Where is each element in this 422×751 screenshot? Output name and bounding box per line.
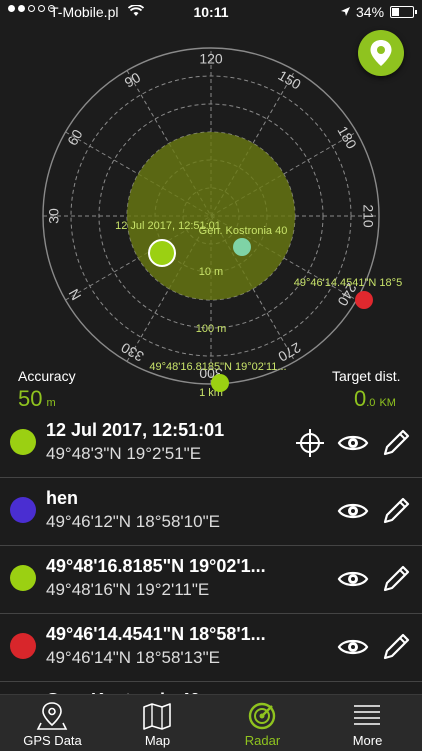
- list-item[interactable]: hen 49°46'12"N 18°58'10"E: [0, 478, 422, 546]
- battery-percent: 34%: [356, 4, 385, 20]
- accuracy-value: 50 m: [18, 386, 56, 411]
- item-title: 49°46'14.4541"N 18°58'1...: [46, 624, 266, 644]
- radar-point: [211, 374, 229, 392]
- radar-point-label: 49°46'14.4541"N 18°5: [294, 277, 402, 289]
- battery-icon: [390, 6, 417, 18]
- radar-bearing-label: N: [65, 286, 84, 303]
- status-bar: T-Mobile.pl 10:11 34%: [0, 0, 422, 24]
- color-dot: [10, 497, 36, 523]
- tab-more[interactable]: More: [315, 695, 420, 751]
- tab-map[interactable]: Map: [105, 695, 210, 751]
- radar-icon: [248, 702, 276, 730]
- radar-bearing-label: 150: [276, 67, 304, 93]
- item-title: hen: [46, 488, 79, 508]
- tab-radar[interactable]: Radar: [210, 695, 315, 751]
- item-coordinates: 49°46'14"N 18°58'13"E: [46, 648, 220, 667]
- item-coordinates: 49°46'12"N 18°58'10"E: [46, 512, 220, 531]
- tab-bar: GPS Data Map Radar More: [0, 694, 422, 751]
- radar-ring-label: 100 m: [196, 323, 227, 335]
- folded-map-icon: [143, 703, 171, 730]
- edit-pencil-icon[interactable]: [380, 495, 412, 527]
- tab-label: Radar: [244, 733, 281, 748]
- radar-point: [233, 238, 251, 256]
- radar-point-label: 49°48'16.8185"N 19°02'11...: [149, 361, 286, 373]
- eye-icon[interactable]: [337, 495, 369, 527]
- radar-bearing-label: 330: [118, 339, 146, 365]
- color-dot: [10, 565, 36, 591]
- item-coordinates: 49°48'3"N 19°2'51"E: [46, 444, 202, 463]
- radar-point-label: Gen. Kostronia 40: [199, 225, 288, 237]
- location-arrow-icon: [340, 4, 351, 20]
- item-coordinates: 49°48'16"N 19°2'11"E: [46, 580, 210, 599]
- radar-bearing-label: 120: [199, 51, 223, 67]
- color-dot: [10, 429, 36, 455]
- edit-pencil-icon[interactable]: [380, 563, 412, 595]
- radar-point: [148, 239, 176, 267]
- radar-bearing-label: 30: [46, 208, 62, 224]
- radar-view[interactable]: 120150180210240270300330N306090 10 m100 …: [0, 24, 422, 404]
- tab-label: GPS Data: [23, 733, 82, 748]
- radar-bearing-label: 180: [334, 123, 360, 151]
- edit-pencil-icon[interactable]: [380, 631, 412, 663]
- eye-icon[interactable]: [337, 427, 369, 459]
- list-item[interactable]: 49°46'14.4541"N 18°58'1... 49°46'14"N 18…: [0, 614, 422, 682]
- edit-pencil-icon[interactable]: [380, 427, 412, 459]
- add-location-button[interactable]: [358, 30, 404, 76]
- tab-label: More: [352, 733, 383, 748]
- item-title: 49°48'16.8185"N 19°02'1...: [46, 556, 266, 576]
- color-dot: [10, 633, 36, 659]
- eye-icon[interactable]: [337, 631, 369, 663]
- list-item[interactable]: 12 Jul 2017, 12:51:01 49°48'3"N 19°2'51"…: [0, 410, 422, 478]
- radar-bearing-label: 210: [360, 204, 376, 228]
- map-pin-icon: [36, 702, 68, 730]
- target-distance-value: 0.0 KM: [354, 386, 396, 411]
- accuracy-label: Accuracy: [18, 368, 76, 384]
- tab-gps-data[interactable]: GPS Data: [0, 695, 105, 751]
- crosshair-icon[interactable]: [294, 427, 326, 459]
- radar-ring-label: 10 m: [199, 266, 223, 278]
- item-title: 12 Jul 2017, 12:51:01: [46, 420, 225, 440]
- eye-icon[interactable]: [337, 563, 369, 595]
- map-pin-icon: [370, 40, 392, 66]
- radar-point: [355, 291, 373, 309]
- list-icon: [354, 705, 380, 725]
- target-distance-label: Target dist.: [332, 368, 401, 384]
- location-list: 12 Jul 2017, 12:51:01 49°48'3"N 19°2'51"…: [0, 410, 422, 702]
- list-item[interactable]: 49°48'16.8185"N 19°02'1... 49°48'16"N 19…: [0, 546, 422, 614]
- tab-label: Map: [144, 733, 171, 748]
